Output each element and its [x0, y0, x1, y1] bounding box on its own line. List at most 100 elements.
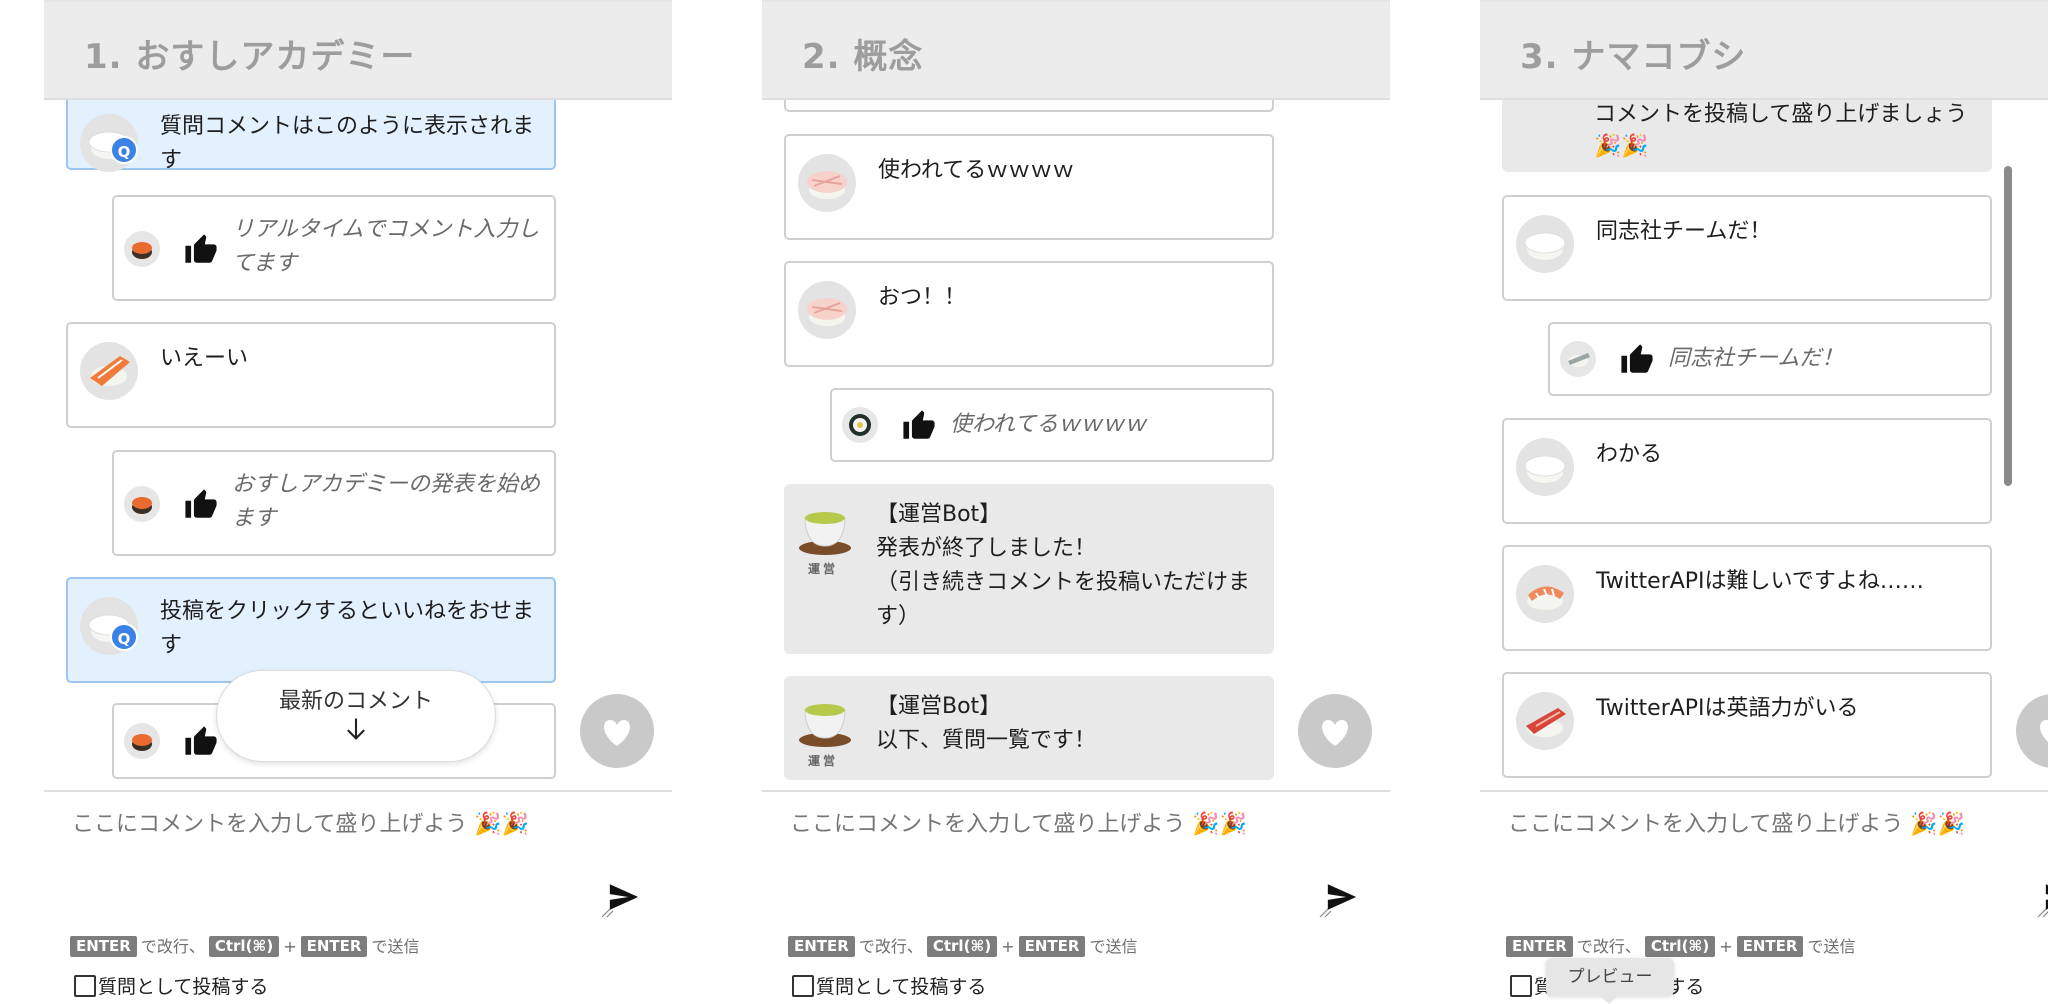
question-checkbox-row[interactable]: 質問として投稿する: [792, 972, 986, 1000]
hint-newline: で改行、: [140, 937, 205, 956]
enter-key: ENTER: [70, 936, 137, 957]
bot-message-card[interactable]: 運営 【運営Bot】 以下、質問一覧です！: [784, 676, 1274, 780]
panel-namakobushi: 3. ナマコブシ コメントを投稿して盛り上げましょう 🎉🎉 同志社チームだ！ 同…: [1480, 0, 2048, 1004]
thumbs-up-icon: [1621, 344, 1653, 373]
comment-text: わかる: [1596, 442, 1663, 467]
comment-card[interactable]: おつ！！: [784, 261, 1274, 367]
comment-text: 質問コメントはこのように表示されます: [160, 114, 535, 173]
thumbs-up-icon: [185, 234, 217, 263]
comment-text: おつ！！: [878, 285, 967, 310]
hint-send: で送信: [1807, 937, 1856, 956]
comment-composer: ENTERで改行、Ctrl(⌘)+ENTERで送信 質問として投稿する: [44, 790, 672, 1004]
sushi-avatar-icon: [842, 407, 878, 443]
question-comment-card[interactable]: Q 投稿をクリックするといいねをおせます: [66, 577, 556, 683]
comment-text: 使われてるｗｗｗｗ: [878, 158, 1075, 183]
question-checkbox[interactable]: [792, 974, 814, 997]
sushi-avatar-icon: [798, 154, 856, 212]
comment-input[interactable]: [1508, 806, 2048, 914]
comment-card[interactable]: [784, 100, 1274, 112]
tea-cup-icon: [796, 692, 854, 750]
heart-button[interactable]: [2016, 694, 2048, 768]
heart-icon: [1322, 720, 1348, 746]
hint-plus: +: [1001, 937, 1015, 956]
enter-key: ENTER: [300, 936, 368, 957]
comment-text: 投稿をクリックするといいねをおせます: [160, 599, 535, 658]
comment-card[interactable]: 使われてるｗｗｗｗ: [784, 134, 1274, 240]
bot-line: 発表が終了しました！: [876, 536, 1097, 561]
liked-comment-text: 使われてるｗｗｗｗ: [950, 412, 1147, 437]
arrow-down-icon: [347, 718, 365, 740]
comment-card[interactable]: TwitterAPIは英語力がいる: [1502, 672, 1992, 778]
tea-cup-icon: [796, 500, 854, 558]
comment-text: TwitterAPIは難しいですよね……: [1596, 569, 1924, 594]
panel-header: 2. 概念: [762, 2, 1390, 100]
heart-button[interactable]: [580, 694, 654, 768]
comment-feed[interactable]: コメントを投稿して盛り上げましょう 🎉🎉 同志社チームだ！ 同志社チームだ！ わ…: [1480, 100, 2048, 790]
panel-osushi-academy: 1. おすしアカデミー Q 質問コメントはこのように表示されます リアルタイムで…: [44, 0, 672, 1004]
latest-comment-label: 最新のコメント: [278, 689, 433, 714]
enter-key: ENTER: [788, 936, 855, 957]
hint-newline: で改行、: [1576, 937, 1641, 956]
panel-concept: 2. 概念 使われてるｗｗｗｗ おつ！！ 使われてるｗｗｗｗ 運営 【運営Bot…: [762, 0, 1390, 1004]
liked-comment-card[interactable]: おすしアカデミーの発表を始めます: [112, 450, 556, 556]
comment-card[interactable]: いえーい: [66, 322, 556, 428]
question-checkbox[interactable]: [74, 974, 96, 997]
comment-card[interactable]: TwitterAPIは難しいですよね……: [1502, 545, 1992, 651]
bot-label: 運営: [808, 754, 839, 768]
sushi-avatar-icon: [798, 281, 856, 339]
bot-line: 🎉🎉: [1594, 134, 1649, 159]
bot-line: 以下、質問一覧です！: [876, 728, 1097, 753]
heart-button[interactable]: [1298, 694, 1372, 768]
bot-label: 運営: [808, 562, 839, 576]
q-badge-icon: Q: [110, 136, 138, 164]
hint-newline: で改行、: [858, 937, 923, 956]
latest-comment-button[interactable]: 最新のコメント: [216, 670, 496, 762]
sushi-avatar-icon: [80, 342, 138, 400]
question-checkbox-row[interactable]: 質問として投稿する: [74, 972, 268, 1000]
liked-comment-card[interactable]: 同志社チームだ！: [1548, 322, 1992, 396]
bot-message-card[interactable]: 運営 【運営Bot】 発表が終了しました！ （引き続きコメントを投稿いただけま …: [784, 484, 1274, 654]
feed-scrollbar[interactable]: [2004, 166, 2012, 486]
preview-tooltip: プレビュー: [1546, 958, 1674, 1004]
liked-comment-card[interactable]: 使われてるｗｗｗｗ: [830, 388, 1274, 462]
enter-key: ENTER: [1736, 936, 1804, 957]
comment-card[interactable]: わかる: [1502, 418, 1992, 524]
hint-plus: +: [283, 937, 297, 956]
comment-feed[interactable]: 使われてるｗｗｗｗ おつ！！ 使われてるｗｗｗｗ 運営 【運営Bot】 発表が終…: [762, 100, 1390, 790]
liked-comment-text: 同志社チームだ！: [1668, 346, 1844, 371]
panel-header: 1. おすしアカデミー: [44, 2, 672, 100]
keyboard-hint: ENTER で改行、 Ctrl(⌘) + ENTER で送信: [70, 936, 423, 958]
send-icon[interactable]: [606, 880, 642, 914]
liked-comment-card[interactable]: リアルタイムでコメント入力してます: [112, 195, 556, 301]
sushi-avatar-icon: [1516, 692, 1574, 750]
heart-icon: [2040, 720, 2048, 742]
bot-line: （引き続きコメントを投稿いただけま: [876, 570, 1251, 595]
question-checkbox[interactable]: [1510, 974, 1532, 997]
send-icon[interactable]: [2042, 880, 2048, 914]
panel-header: 3. ナマコブシ: [1480, 2, 2048, 100]
q-badge-icon: Q: [110, 623, 138, 651]
ctrl-key: Ctrl(⌘): [208, 936, 280, 957]
question-comment-card[interactable]: Q 質問コメントはこのように表示されます: [66, 100, 556, 173]
bot-message-card[interactable]: コメントを投稿して盛り上げましょう 🎉🎉: [1502, 100, 1992, 172]
liked-comment-text: おすしアカデミーの発表を始めます: [232, 472, 541, 531]
comment-input[interactable]: [790, 806, 1338, 914]
comment-card[interactable]: 同志社チームだ！: [1502, 195, 1992, 301]
three-panel-comment-view: 1. おすしアカデミー Q 質問コメントはこのように表示されます リアルタイムで…: [0, 0, 2048, 1004]
enter-key: ENTER: [1506, 936, 1573, 957]
ctrl-key: Ctrl(⌘): [926, 936, 998, 957]
hint-plus: +: [1719, 937, 1733, 956]
comment-feed[interactable]: Q 質問コメントはこのように表示されます リアルタイムでコメント入力してます い…: [44, 100, 672, 790]
heart-icon: [604, 720, 630, 746]
bot-line: 【運営Bot】: [876, 502, 1002, 527]
keyboard-hint: ENTER で改行、 Ctrl(⌘) + ENTER で送信: [788, 936, 1141, 958]
comment-text: TwitterAPIは英語力がいる: [1596, 696, 1859, 721]
liked-comment-text: リアルタイムでコメント入力してます: [232, 217, 540, 276]
send-icon[interactable]: [1324, 880, 1360, 914]
thumbs-up-icon: [903, 410, 935, 439]
comment-input[interactable]: [72, 806, 620, 914]
panel-title: 1. おすしアカデミー: [84, 37, 416, 77]
hint-send: で送信: [1089, 937, 1138, 956]
comment-composer: ENTERで改行、Ctrl(⌘)+ENTERで送信 質問として投稿する: [762, 790, 1390, 1004]
bot-line: 【運営Bot】: [876, 694, 1002, 719]
